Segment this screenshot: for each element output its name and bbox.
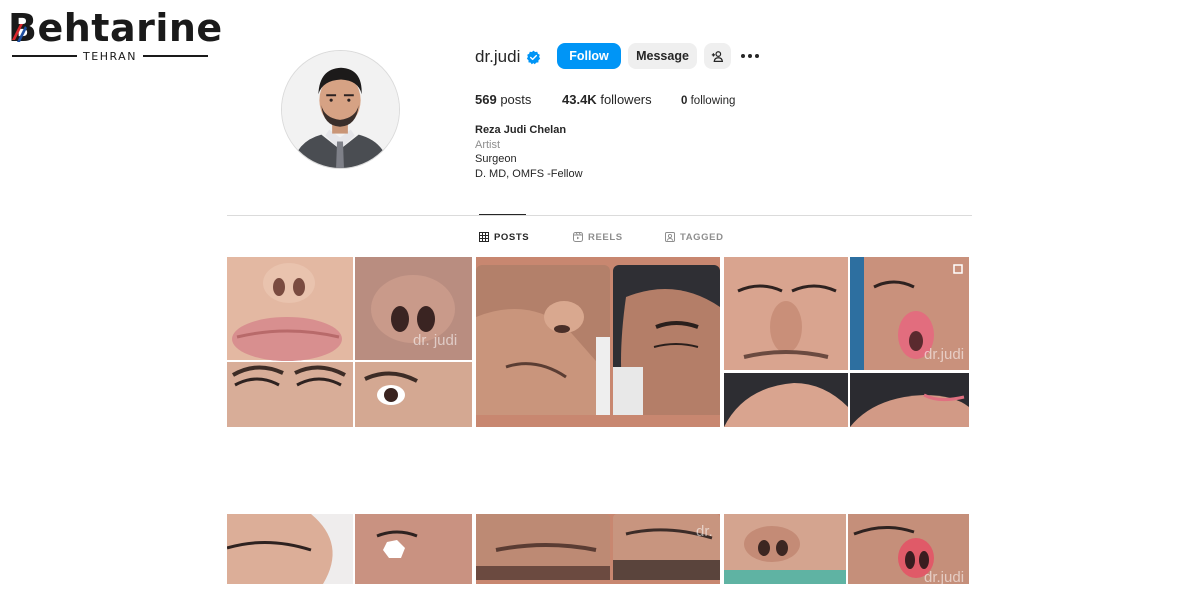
post-tile[interactable] (227, 514, 472, 584)
tagged-icon (665, 232, 675, 242)
tab-tagged[interactable]: TAGGED (665, 230, 724, 244)
profile-avatar[interactable] (281, 50, 400, 169)
more-dot-icon (741, 54, 745, 58)
tab-posts[interactable]: POSTS (479, 230, 529, 244)
suggest-user-button[interactable] (704, 43, 731, 69)
watermark-brand: Behtarine (8, 6, 223, 50)
profile-full-name: Reza Judi Chelan (475, 124, 567, 136)
watermark-city: TEHRAN (12, 49, 208, 63)
verified-badge-icon (526, 50, 541, 65)
profile-username[interactable]: dr.judi (475, 45, 520, 69)
post-tile[interactable]: dr.judi (724, 257, 969, 427)
post-image: dr.judi (724, 257, 969, 427)
post-watermark: dr. (696, 523, 713, 540)
active-tab-indicator (479, 214, 526, 215)
grid-icon (479, 232, 489, 242)
more-options-button[interactable] (739, 44, 761, 68)
post-tile[interactable]: dr. judi (227, 257, 472, 427)
post-image: dr. (476, 514, 720, 584)
tab-reels[interactable]: REELS (573, 230, 623, 244)
post-tile[interactable] (476, 257, 720, 427)
post-image (476, 257, 720, 427)
bio-line: D. MD, OMFS -Fellow (475, 167, 583, 180)
post-watermark: dr.judi (924, 569, 964, 584)
avatar-image (282, 51, 399, 168)
more-dot-icon (755, 54, 759, 58)
profile-category: Artist (475, 138, 501, 151)
follow-button[interactable]: Follow (557, 43, 621, 69)
post-image: dr. judi (227, 257, 472, 427)
post-tile[interactable]: dr.judi (724, 514, 969, 584)
message-button[interactable]: Message (628, 43, 697, 69)
profile-bio: Reza Judi Chelan Artist Surgeon D. MD, O… (475, 123, 583, 181)
posts-count: 569 posts (475, 92, 532, 107)
followers-link[interactable]: 43.4K followers (562, 92, 652, 108)
following-link[interactable]: 0 following (681, 93, 735, 109)
post-watermark: dr.judi (924, 346, 964, 363)
person-plus-icon (711, 50, 724, 62)
more-dot-icon (748, 54, 752, 58)
post-tile[interactable]: dr. (476, 514, 720, 584)
watermark-logo: Behtarine TEHRAN (8, 6, 222, 63)
post-watermark: dr. judi (413, 332, 457, 349)
tabs-divider (227, 215, 972, 216)
logo-stripes-icon (12, 24, 27, 42)
reels-icon (573, 232, 583, 242)
post-image (227, 514, 472, 584)
bio-line: Surgeon (475, 153, 517, 165)
post-image: dr.judi (724, 514, 969, 584)
